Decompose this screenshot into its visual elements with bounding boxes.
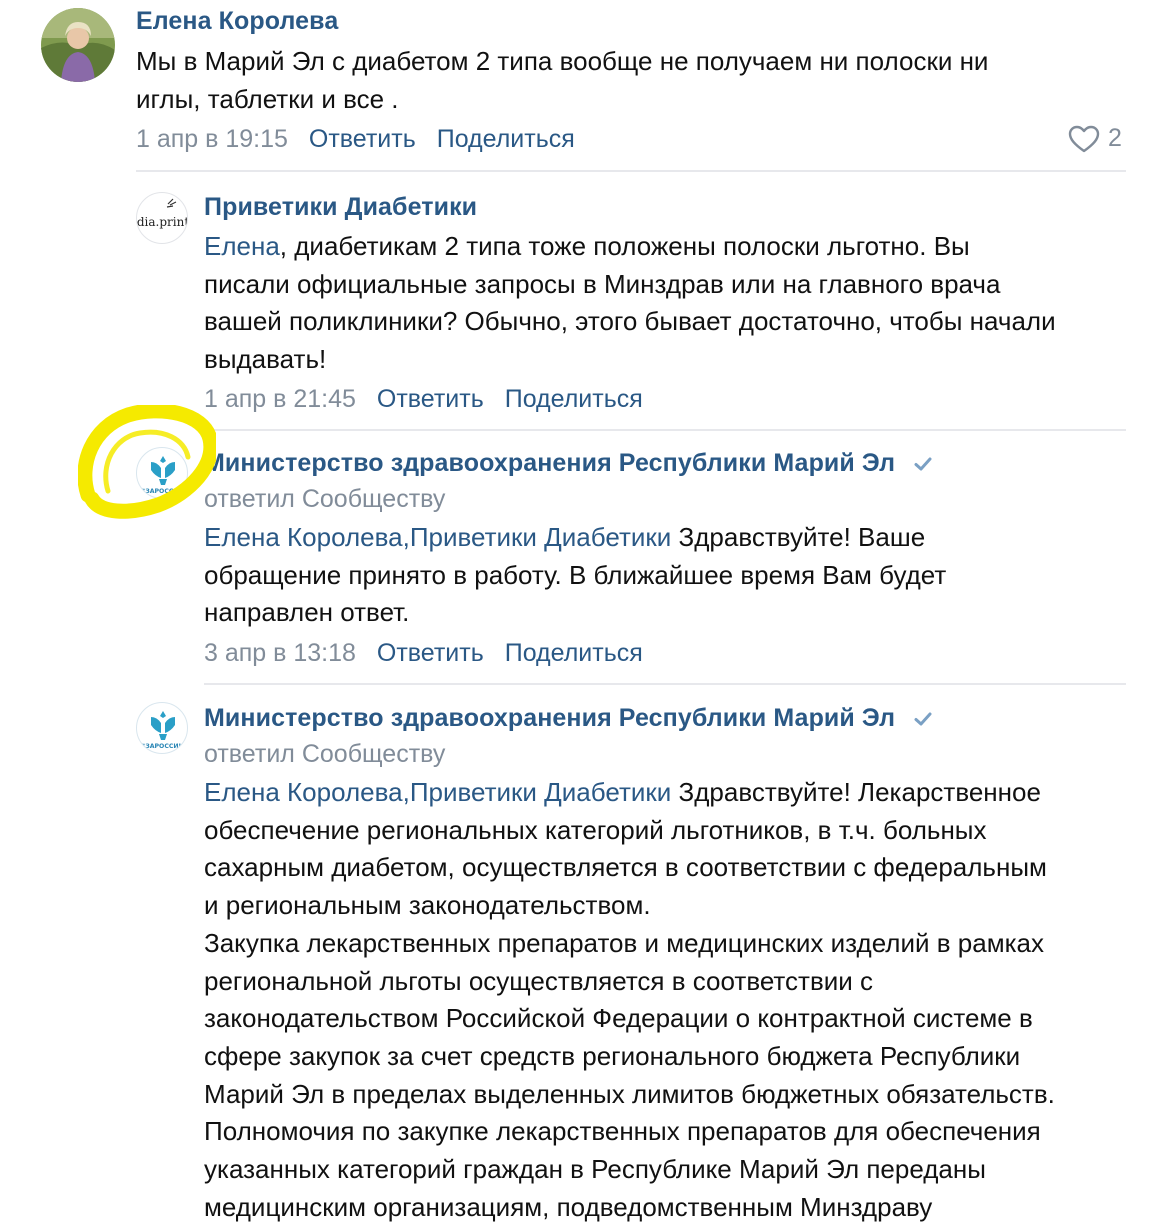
author-name[interactable]: Министерство здравоохранения Республики … [204,704,895,732]
text-line: указанных категорий граждан в Республике… [204,1154,986,1185]
avatar-elena[interactable] [41,8,115,82]
text-line: обеспечение региональных категорий льгот… [204,814,987,845]
verified-check-icon [914,712,932,726]
text-line: Марий Эл в пределах выделенных лимитов б… [204,1078,1055,1109]
comment-text: Елена, диабетикам 2 типа тоже положены п… [204,228,1056,379]
text-line: обращение принято в работу. В ближайшее … [204,559,947,590]
comment-author[interactable]: Министерство здравоохранения Республики … [204,704,934,733]
text-line: Закупка лекарственных препаратов и медиц… [204,927,1044,958]
like-count: 2 [1108,124,1122,152]
share-button[interactable]: Поделиться [505,385,643,413]
text-line: Полномочия по закупке лекарственных преп… [204,1116,1041,1147]
comment-author[interactable]: Елена Королева [136,7,338,36]
text-line: иглы, таблетки и все . [136,83,399,114]
like-button[interactable]: 2 [1068,124,1122,153]
text-line: Елена Королева,Приветики Диабетики Здрав… [204,774,1055,812]
avatar-text: #ЗАРОССИЮ [140,488,186,495]
avatar-minzdrav[interactable]: #ЗАРОССИЮ [136,447,188,499]
text-fragment: Здравствуйте! Ваше [671,522,926,552]
reply-button[interactable]: Ответить [309,125,416,153]
author-name[interactable]: Министерство здравоохранения Республики … [204,449,895,477]
emblem-icon [151,711,175,740]
text-line: и региональным законодательством. [204,890,651,921]
reply-button[interactable]: Ответить [377,639,484,667]
text-line: Елена Королева,Приветики Диабетики Здрав… [204,519,946,557]
avatar-minzdrav[interactable]: #ЗАРОССИЮ [136,702,188,754]
mention-link[interactable]: Елена [204,231,280,261]
reply-button[interactable]: Ответить [377,385,484,413]
text-line: медицинским организациям, подведомственн… [204,1191,933,1222]
divider [204,683,1126,685]
mention-separator: , [402,777,410,807]
text-line: выдавать! [204,344,327,375]
divider [204,429,1126,431]
avatar-dia-print[interactable]: dia.print [136,192,188,244]
text-fragment: Здравствуйте! Лекарственное [671,777,1041,807]
text-line: Елена, диабетикам 2 типа тоже положены п… [204,228,1056,266]
comment-author[interactable]: Министерство здравоохранения Республики … [204,449,934,478]
heart-icon [1068,125,1100,152]
reply-context[interactable]: ответил Сообществу [204,485,445,514]
text-line: писали официальные запросы в Минздрав ил… [204,268,1001,299]
comment-date[interactable]: 1 апр в 19:15 [136,125,288,153]
emblem-icon [151,456,175,485]
comment-meta: 3 апр в 13:18 Ответить Поделиться [204,639,643,668]
mention-link[interactable]: Приветики Диабетики [410,777,671,807]
comment-text: Елена Королева,Приветики Диабетики Здрав… [204,774,1055,1223]
text-line: Мы в Марий Эл с диабетом 2 типа вообще н… [136,46,989,76]
share-button[interactable]: Поделиться [437,125,575,153]
text-line: направлен ответ. [204,597,410,628]
text-line: вашей поликлиники? Обычно, этого бывает … [204,306,1056,337]
reply-context[interactable]: ответил Сообществу [204,740,445,769]
mention-link[interactable]: Елена Королева [204,522,403,552]
avatar-text: dia.print [137,215,188,229]
comment-meta: 1 апр в 21:45 Ответить Поделиться [204,385,643,414]
divider [136,170,1126,172]
comment-text: Мы в Марий Эл с диабетом 2 типа вообще н… [136,43,988,118]
text-line: законодательством Российской Федерации о… [204,1003,1033,1034]
mention-link[interactable]: Елена Королева [204,777,403,807]
text-line: сфере закупок за счет средств региональн… [204,1040,1021,1071]
comment-meta: 1 апр в 19:15 Ответить Поделиться [136,125,575,154]
verified-check-icon [914,457,932,471]
text-line: региональной льготы осуществляется в соо… [204,965,874,996]
share-button[interactable]: Поделиться [505,639,643,667]
mention-separator: , [402,522,410,552]
mention-link[interactable]: Приветики Диабетики [410,522,671,552]
comment-date[interactable]: 1 апр в 21:45 [204,385,356,413]
comment-date[interactable]: 3 апр в 13:18 [204,639,356,667]
avatar-text: #ЗАРОССИЮ [140,743,186,750]
text-line: сахарным диабетом, осуществляется в соот… [204,852,1047,883]
comment-text: Елена Королева,Приветики Диабетики Здрав… [204,519,946,632]
text-fragment: , диабетикам 2 типа тоже положены полоск… [279,231,970,261]
comment-author[interactable]: Приветики Диабетики [204,193,477,222]
